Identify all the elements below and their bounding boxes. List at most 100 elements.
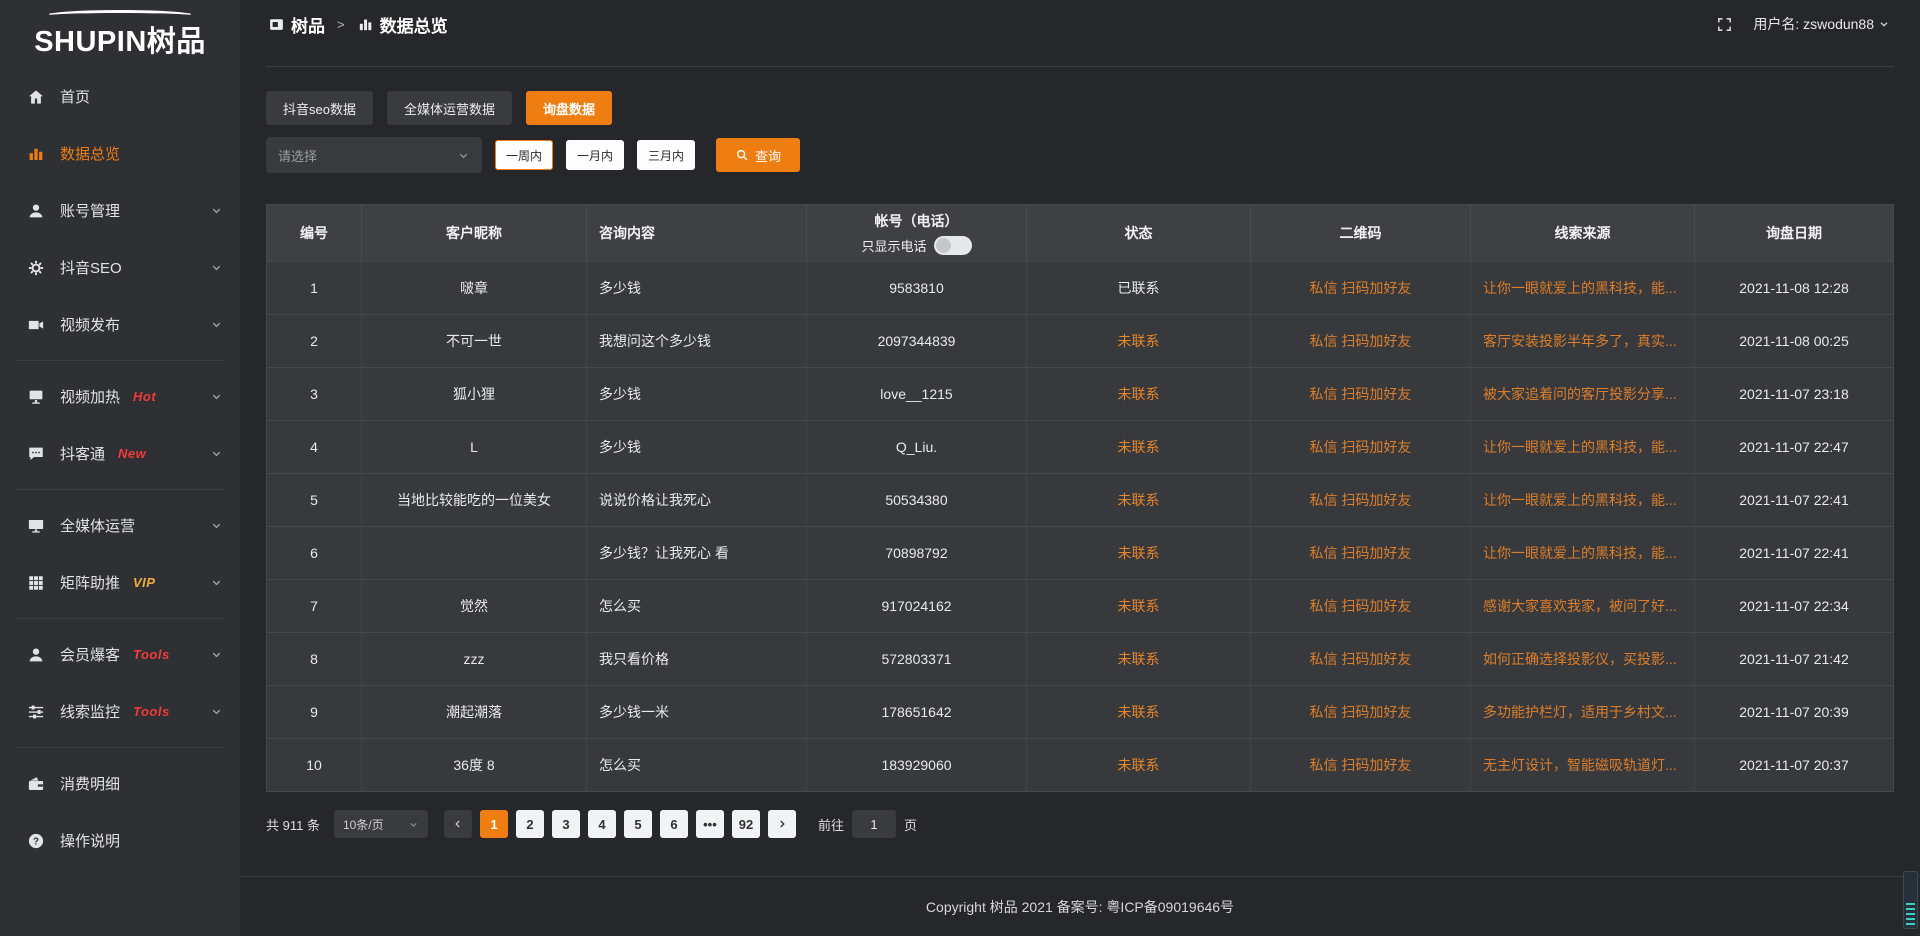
sidebar-item-data-overview[interactable]: 数据总览 (0, 125, 240, 182)
goto-page-input[interactable] (852, 810, 896, 838)
source-link[interactable]: 让你一眼就爱上的黑科技，能... (1471, 527, 1695, 580)
period-one-week-button[interactable]: 一周内 (495, 140, 553, 170)
source-link[interactable]: 感谢大家喜欢我家，被问了好... (1471, 580, 1695, 633)
table-row: 10 36度 8 怎么买 183929060 未联系 私信 扫码加好友 无主灯设… (267, 739, 1894, 792)
page-button-2[interactable]: 2 (516, 810, 544, 838)
app-square-icon (268, 16, 285, 33)
cell-date: 2021-11-07 20:37 (1695, 739, 1894, 792)
cell-id: 8 (267, 633, 362, 686)
next-page-button[interactable] (768, 810, 796, 838)
hot-badge: Hot (133, 389, 156, 404)
sidebar-item-lead-monitor[interactable]: 线索监控 Tools (0, 683, 240, 740)
cell-account: 9583810 (807, 262, 1027, 315)
qrcode-link[interactable]: 私信 扫码加好友 (1251, 580, 1471, 633)
query-button[interactable]: 查询 (716, 138, 800, 172)
wallet-icon (27, 775, 45, 793)
cell-account: 572803371 (807, 633, 1027, 686)
source-link[interactable]: 被大家追着问的客厅投影分享... (1471, 368, 1695, 421)
table-row: 2 不可一世 我想问这个多少钱 2097344839 未联系 私信 扫码加好友 … (267, 315, 1894, 368)
table-row: 5 当地比较能吃的一位美女 说说价格让我死心 50534380 未联系 私信 扫… (267, 474, 1894, 527)
cell-account: 70898792 (807, 527, 1027, 580)
sidebar-item-member-baoke[interactable]: 会员爆客 Tools (0, 626, 240, 683)
status-cell: 未联系 (1027, 315, 1251, 368)
sidebar-item-video-heat[interactable]: 视频加热 Hot (0, 368, 240, 425)
page-button-6[interactable]: 6 (660, 810, 688, 838)
tab-inquiry-data[interactable]: 询盘数据 (526, 91, 612, 125)
sidebar-item-douyin-seo[interactable]: 抖音SEO (0, 239, 240, 296)
page-button-92[interactable]: 92 (732, 810, 760, 838)
qrcode-link[interactable]: 私信 扫码加好友 (1251, 315, 1471, 368)
qrcode-link[interactable]: 私信 扫码加好友 (1251, 421, 1471, 474)
cell-date: 2021-11-07 22:47 (1695, 421, 1894, 474)
status-cell: 未联系 (1027, 368, 1251, 421)
source-link[interactable]: 多功能护栏灯，适用于乡村文... (1471, 686, 1695, 739)
source-link[interactable]: 让你一眼就爱上的黑科技，能... (1471, 262, 1695, 315)
cell-content: 怎么买 (587, 580, 807, 633)
sidebar: SHUPIN树品 首页 数据总览 账号管理 抖音SEO (0, 0, 240, 936)
sidebar-item-label: 视频发布 (60, 314, 120, 335)
gear-icon (27, 259, 45, 277)
status-cell: 未联系 (1027, 686, 1251, 739)
source-link[interactable]: 无主灯设计，智能磁吸轨道灯... (1471, 739, 1695, 792)
fullscreen-icon[interactable] (1716, 16, 1733, 33)
qrcode-link[interactable]: 私信 扫码加好友 (1251, 739, 1471, 792)
qrcode-link[interactable]: 私信 扫码加好友 (1251, 262, 1471, 315)
source-link[interactable]: 让你一眼就爱上的黑科技，能... (1471, 421, 1695, 474)
qrcode-link[interactable]: 私信 扫码加好友 (1251, 686, 1471, 739)
sidebar-item-help[interactable]: ? 操作说明 (0, 812, 240, 869)
page-button-4[interactable]: 4 (588, 810, 616, 838)
phone-only-toggle[interactable] (934, 236, 972, 255)
col-header-account-title: 帐号（电话） (819, 211, 1014, 231)
sidebar-item-matrix-boost[interactable]: 矩阵助推 VIP (0, 554, 240, 611)
status-cell: 未联系 (1027, 580, 1251, 633)
sidebar-item-label: 全媒体运营 (60, 515, 135, 536)
page-button-1[interactable]: 1 (480, 810, 508, 838)
tab-omnimedia-data[interactable]: 全媒体运营数据 (387, 91, 512, 125)
sidebar-item-douketong[interactable]: 抖客通 New (0, 425, 240, 482)
chevron-down-icon (210, 447, 223, 460)
chevron-down-icon (210, 204, 223, 217)
sidebar-item-omnimedia[interactable]: 全媒体运营 (0, 497, 240, 554)
qrcode-link[interactable]: 私信 扫码加好友 (1251, 368, 1471, 421)
sidebar-item-home[interactable]: 首页 (0, 68, 240, 125)
period-three-month-button[interactable]: 三月内 (637, 140, 695, 170)
qrcode-link[interactable]: 私信 扫码加好友 (1251, 527, 1471, 580)
period-one-month-button[interactable]: 一月内 (566, 140, 624, 170)
filter-bar: 请选择 一周内 一月内 三月内 查询 (266, 137, 1894, 173)
tab-douyin-seo-data[interactable]: 抖音seo数据 (266, 91, 373, 125)
prev-page-button[interactable] (444, 810, 472, 838)
cell-id: 1 (267, 262, 362, 315)
status-cell: 未联系 (1027, 421, 1251, 474)
cell-nickname: 狐小狸 (362, 368, 587, 421)
copyright-text: Copyright 树品 2021 备案号: 粤ICP备09019646号 (926, 897, 1234, 917)
account-select[interactable]: 请选择 (266, 137, 482, 173)
username-dropdown[interactable]: 用户名: zswodun88 (1753, 14, 1890, 34)
qrcode-link[interactable]: 私信 扫码加好友 (1251, 633, 1471, 686)
cell-nickname: 觉然 (362, 580, 587, 633)
chat-bubble-icon (27, 445, 45, 463)
breadcrumb-root[interactable]: 树品 (291, 12, 325, 37)
cell-account: 917024162 (807, 580, 1027, 633)
source-link[interactable]: 如何正确选择投影仪，买投影... (1471, 633, 1695, 686)
sidebar-item-account-manage[interactable]: 账号管理 (0, 182, 240, 239)
sidebar-item-expense-detail[interactable]: 消费明细 (0, 755, 240, 812)
table-row: 7 觉然 怎么买 917024162 未联系 私信 扫码加好友 感谢大家喜欢我家… (267, 580, 1894, 633)
sidebar-item-video-publish[interactable]: 视频发布 (0, 296, 240, 353)
table-row: 3 狐小狸 多少钱 love__1215 未联系 私信 扫码加好友 被大家追着问… (267, 368, 1894, 421)
corner-widget[interactable] (1903, 871, 1918, 929)
col-header-source: 线索来源 (1471, 205, 1695, 262)
chevron-down-icon (210, 576, 223, 589)
page-ellipsis-button[interactable]: ••• (696, 810, 724, 838)
chevron-down-icon (457, 149, 470, 162)
cell-date: 2021-11-07 22:41 (1695, 474, 1894, 527)
source-link[interactable]: 让你一眼就爱上的黑科技，能... (1471, 474, 1695, 527)
cell-date: 2021-11-07 23:18 (1695, 368, 1894, 421)
source-link[interactable]: 客厅安装投影半年多了，真实... (1471, 315, 1695, 368)
col-header-nickname: 客户昵称 (362, 205, 587, 262)
qrcode-link[interactable]: 私信 扫码加好友 (1251, 474, 1471, 527)
page-button-3[interactable]: 3 (552, 810, 580, 838)
page-size-select[interactable]: 10条/页 (334, 810, 428, 838)
page-button-5[interactable]: 5 (624, 810, 652, 838)
vip-badge: VIP (133, 575, 155, 590)
brand-logo: SHUPIN树品 (0, 0, 240, 64)
